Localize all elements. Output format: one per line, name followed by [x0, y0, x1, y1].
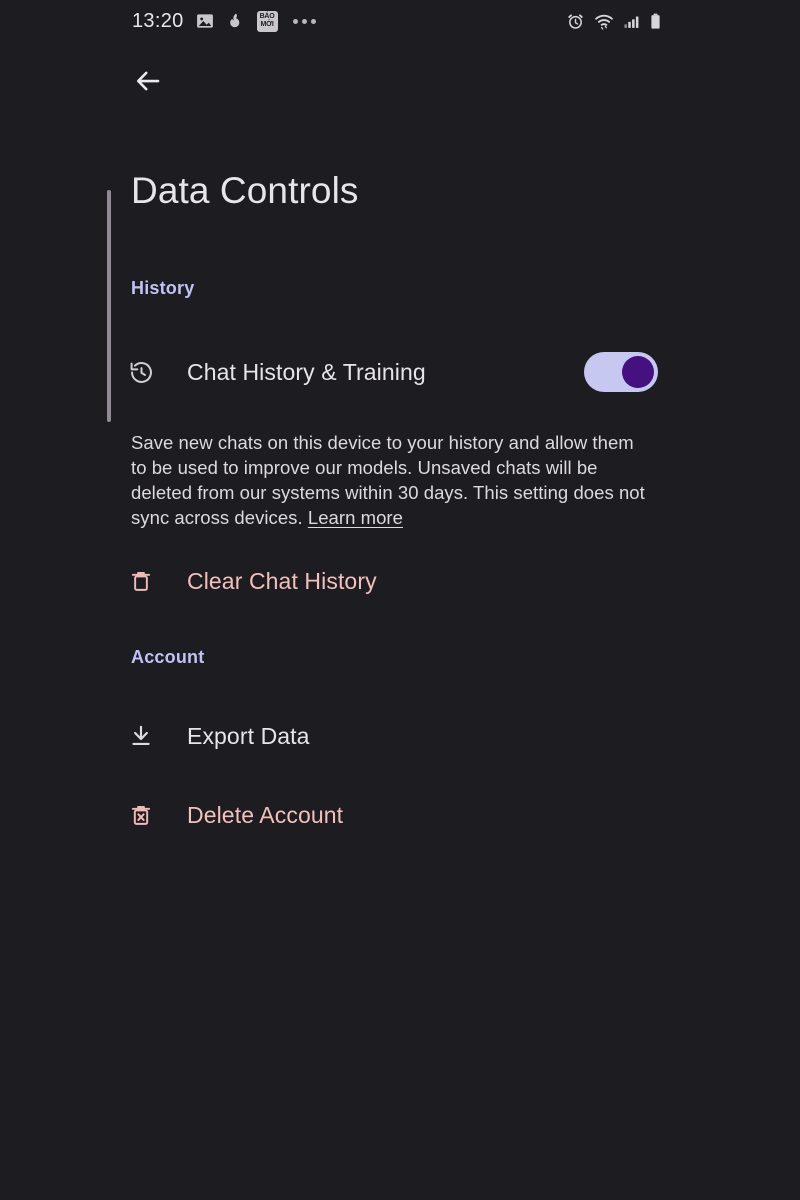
download-icon: [128, 723, 168, 749]
phone-screen: 13:20 BÁO MỚI Data Controls History Chat…: [0, 0, 800, 1200]
baomoi-line1: BÁO: [259, 12, 275, 20]
row-export-data[interactable]: Export Data: [128, 712, 310, 760]
section-header-account: Account: [131, 647, 205, 667]
baomoi-icon: BÁO MỚI: [256, 10, 278, 32]
baomoi-line2: MỚI: [260, 20, 274, 28]
toggle-knob: [622, 356, 654, 388]
row-label: Clear Chat History: [187, 567, 377, 594]
status-clock: 13:20: [132, 10, 184, 32]
battery-icon: [651, 13, 660, 29]
row-label: Chat History & Training: [187, 358, 426, 385]
learn-more-link[interactable]: Learn more: [308, 507, 403, 528]
page-title: Data Controls: [131, 170, 359, 211]
back-arrow-icon: [136, 71, 160, 91]
dot: [310, 18, 316, 24]
trash-icon: [128, 568, 168, 594]
chat-history-description: Save new chats on this device to your hi…: [131, 430, 649, 530]
image-icon: [196, 14, 213, 28]
dot: [301, 18, 307, 24]
row-delete-account[interactable]: Delete Account: [128, 791, 343, 839]
trash-x-icon: [128, 802, 168, 828]
app-icon: [229, 13, 239, 28]
row-label: Delete Account: [187, 801, 344, 828]
back-button[interactable]: [124, 57, 172, 105]
row-label: Export Data: [187, 722, 310, 749]
dot: [292, 18, 298, 24]
section-header-history: History: [131, 278, 195, 298]
vertical-scrollbar[interactable]: [107, 190, 111, 422]
system-navigation-bar: [0, 1164, 800, 1200]
status-bar-left: 13:20 BÁO MỚI: [132, 10, 316, 32]
status-bar-right: [566, 12, 662, 31]
overflow-dots-icon: [292, 18, 316, 24]
row-clear-chat-history[interactable]: Clear Chat History: [128, 557, 377, 605]
row-chat-history-and-training[interactable]: Chat History & Training: [128, 348, 426, 396]
chat-history-toggle[interactable]: [584, 352, 658, 392]
wifi-icon: [595, 14, 613, 30]
cellular-signal-icon: [624, 16, 639, 28]
history-clock-icon: [128, 359, 168, 386]
alarm-icon: [568, 13, 583, 29]
status-bar: 13:20 BÁO MỚI: [0, 0, 800, 42]
